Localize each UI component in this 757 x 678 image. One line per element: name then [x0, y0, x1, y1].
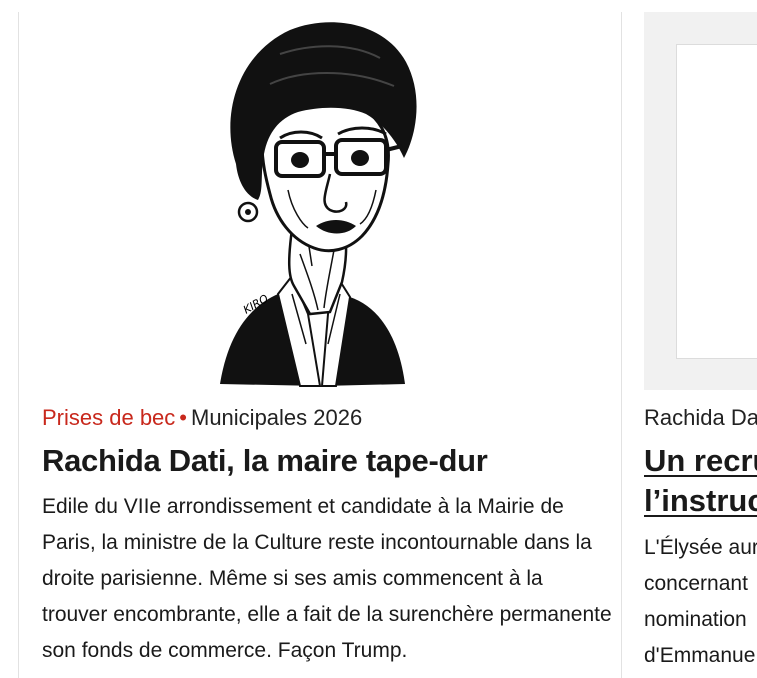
rubric-link[interactable]: Prises de bec — [42, 405, 175, 430]
article-description: Edile du VIIe arrondissement et candidat… — [42, 495, 612, 662]
article-image-frame — [676, 44, 757, 359]
description-line: nomination — [644, 608, 747, 631]
title-line: Un recru — [644, 443, 757, 478]
description-line: concernant — [644, 572, 748, 595]
column-divider — [621, 12, 622, 678]
article-meta: Rachida Dat — [644, 404, 757, 432]
article-title[interactable]: Un recru l’instruc — [644, 441, 757, 521]
topic-tag[interactable]: Municipales 2026 — [191, 405, 362, 430]
article-description: L'Élysée aur concernant nomination d'Emm… — [644, 530, 757, 674]
description-line: d'Emmanue — [644, 644, 756, 667]
article-grid: KIRO Prises de bec • Municipales 2026 Rach… — [0, 0, 757, 678]
title-line: l’instruc — [644, 483, 757, 518]
meta-separator: • — [179, 405, 187, 430]
column-divider — [18, 12, 19, 678]
article-title[interactable]: Rachida Dati, la maire tape-dur — [42, 442, 488, 480]
caricature-illustration[interactable]: KIRO — [180, 14, 430, 389]
article-meta: Prises de bec • Municipales 2026 — [42, 404, 362, 432]
topic-tag[interactable]: Rachida Dat — [644, 405, 757, 430]
description-line: L'Élysée aur — [644, 536, 757, 559]
